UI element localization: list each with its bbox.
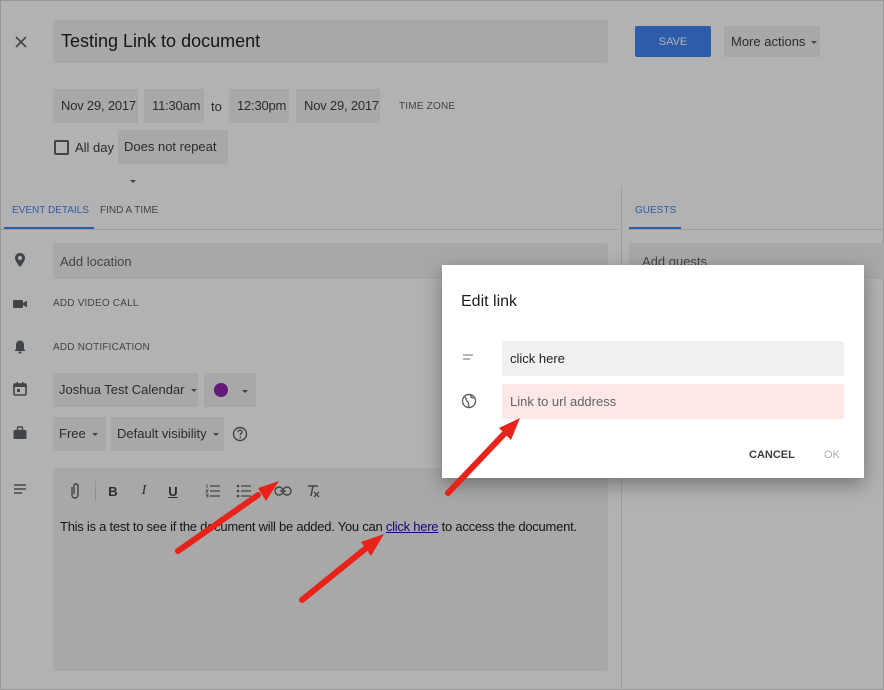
visibility-dropdown[interactable]: Default visibility <box>111 417 224 451</box>
text-lines-icon <box>462 353 476 363</box>
close-icon[interactable] <box>13 34 29 50</box>
chevron-down-icon <box>91 433 98 437</box>
description-lines-icon <box>12 481 28 497</box>
repeat-value: Does not repeat <box>124 139 217 154</box>
calendar-dropdown[interactable]: Joshua Test Calendar <box>53 373 198 407</box>
video-camera-icon <box>12 296 28 312</box>
availability-value: Free <box>59 426 86 441</box>
chevron-down-icon <box>811 41 818 45</box>
save-button[interactable]: SAVE <box>635 26 711 57</box>
chevron-down-icon <box>212 433 219 437</box>
toolbar-divider <box>95 481 96 501</box>
insert-link-icon[interactable] <box>273 481 293 501</box>
numbered-list-icon[interactable] <box>205 481 221 501</box>
bold-icon[interactable]: B <box>106 481 120 501</box>
edit-link-dialog: Edit link click here Link to url address… <box>442 265 864 478</box>
bell-icon <box>12 339 28 355</box>
cancel-button[interactable]: CANCEL <box>749 449 795 461</box>
tabs-divider <box>1 229 618 230</box>
chevron-down-icon <box>242 390 248 394</box>
link-text-input[interactable]: click here <box>502 341 844 376</box>
visibility-value: Default visibility <box>117 426 207 441</box>
description-text[interactable]: This is a test to see if the document wi… <box>60 519 577 534</box>
more-actions-label: More actions <box>731 34 806 49</box>
end-date-field[interactable]: Nov 29, 2017 <box>296 89 380 123</box>
all-day-label: All day <box>75 140 115 155</box>
guests-divider <box>628 229 884 230</box>
chevron-down-icon <box>130 180 136 184</box>
end-time-field[interactable]: 12:30pm <box>229 89 289 123</box>
description-editor[interactable] <box>53 468 608 671</box>
underline-icon[interactable]: U <box>166 481 180 501</box>
start-time-field[interactable]: 11:30am <box>144 89 204 123</box>
globe-icon <box>461 393 477 409</box>
bulleted-list-icon[interactable] <box>236 481 252 501</box>
description-text-before: This is a test to see if the document wi… <box>60 519 386 534</box>
tab-event-details[interactable]: EVENT DETAILS <box>12 205 89 216</box>
tab-find-a-time[interactable]: FIND A TIME <box>100 205 158 216</box>
time-zone-button[interactable]: TIME ZONE <box>399 101 455 112</box>
tab-guests[interactable]: GUESTS <box>635 205 676 216</box>
link-url-input[interactable]: Link to url address <box>502 384 844 419</box>
dialog-title: Edit link <box>461 293 518 310</box>
event-color-dropdown[interactable] <box>204 373 256 407</box>
help-icon[interactable] <box>232 426 248 442</box>
add-notification-button[interactable]: ADD NOTIFICATION <box>53 342 150 353</box>
briefcase-icon <box>12 425 28 441</box>
availability-dropdown[interactable]: Free <box>53 417 106 451</box>
chevron-down-icon <box>190 389 197 393</box>
location-pin-icon <box>12 252 28 268</box>
calendar-icon <box>12 381 28 397</box>
location-placeholder: Add location <box>60 254 132 269</box>
italic-icon[interactable]: I <box>138 481 150 501</box>
attach-icon[interactable] <box>67 481 83 501</box>
more-actions-button[interactable]: More actions <box>724 26 820 57</box>
clear-formatting-icon[interactable] <box>305 481 321 501</box>
event-title: Testing Link to document <box>61 31 261 51</box>
ok-button[interactable]: OK <box>824 449 840 461</box>
calendar-value: Joshua Test Calendar <box>59 382 185 397</box>
description-link[interactable]: click here <box>386 519 439 534</box>
to-label: to <box>211 99 222 114</box>
repeat-dropdown[interactable]: Does not repeat <box>118 130 228 184</box>
description-text-after: to access the document. <box>438 519 577 534</box>
all-day-checkbox[interactable] <box>54 140 69 155</box>
add-video-call-button[interactable]: ADD VIDEO CALL <box>53 298 139 309</box>
start-date-field[interactable]: Nov 29, 2017 <box>53 89 138 123</box>
event-color-swatch <box>214 383 228 397</box>
